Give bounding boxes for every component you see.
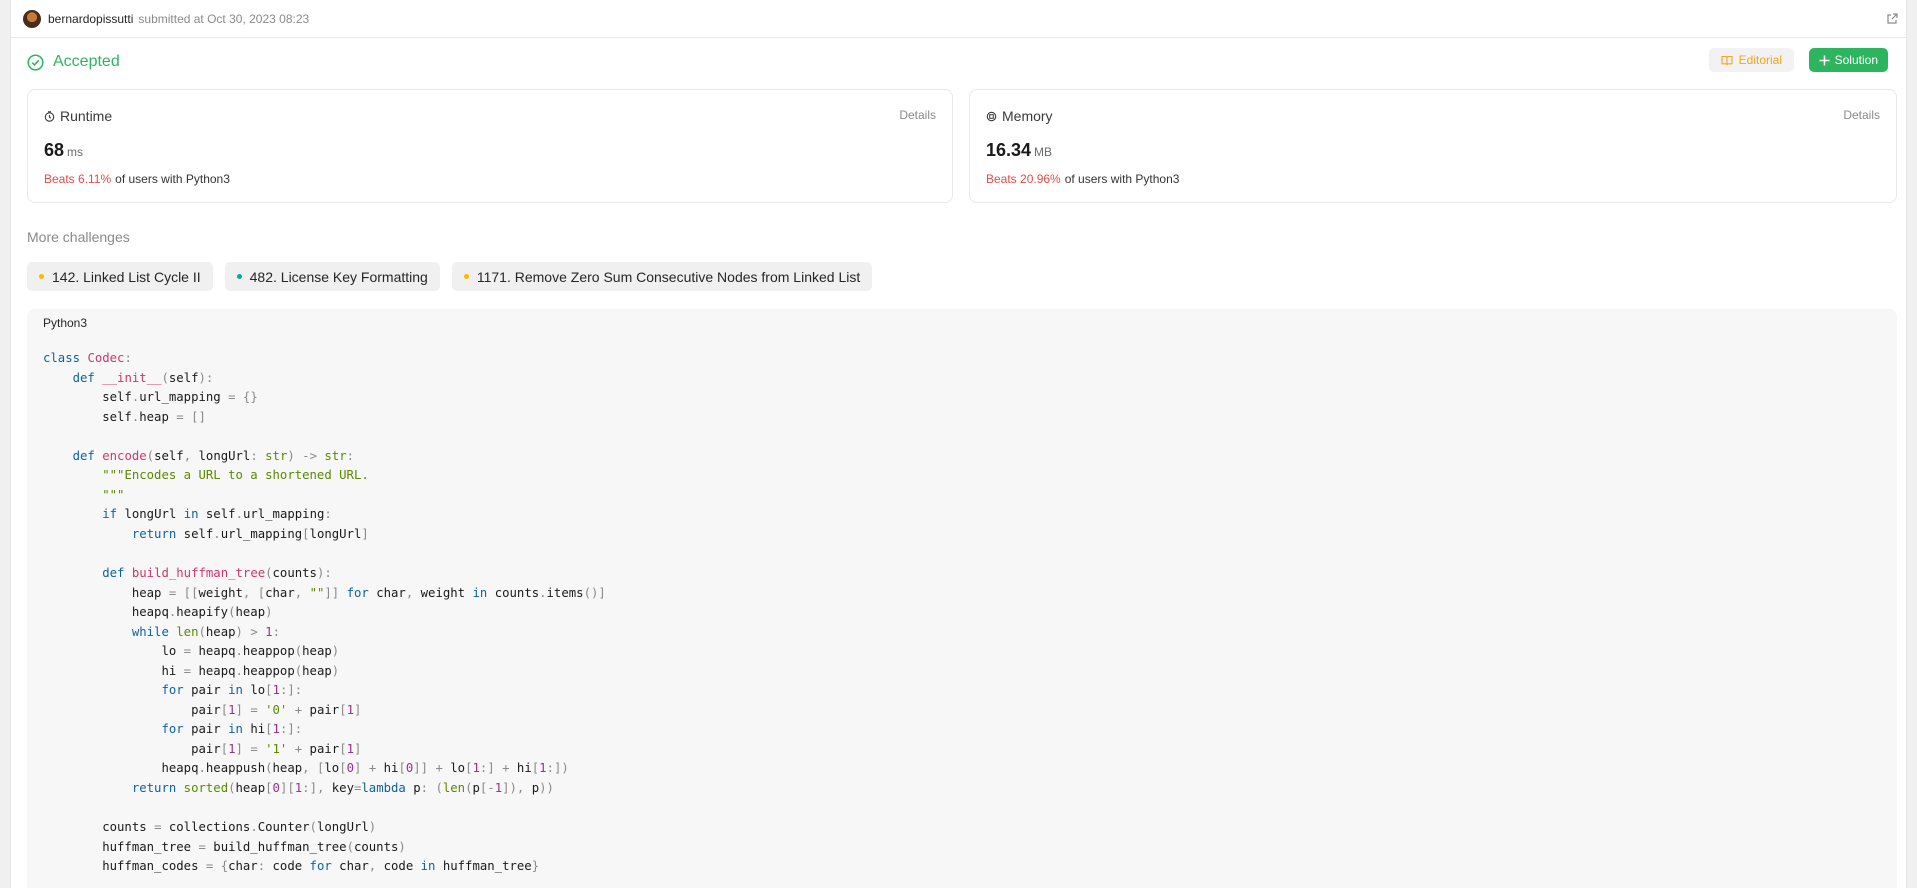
code-line: self.url_mapping = {} <box>43 390 258 405</box>
code-line: lo = heapq.heappop(heap) <box>43 644 340 659</box>
code-line: self.heap = [] <box>43 409 206 424</box>
challenge-label: 142. Linked List Cycle II <box>52 268 201 285</box>
memory-beats: Beats 20.96% of users with Python3 <box>986 172 1179 186</box>
code-viewer[interactable]: Python3 class Codec: def __init__(self):… <box>27 309 1897 888</box>
editorial-button[interactable]: Editorial <box>1708 48 1794 72</box>
check-circle-icon <box>27 53 44 71</box>
code-line: def __init__(self): <box>72 370 214 385</box>
code-line: """ <box>102 487 125 502</box>
solution-label: Solution <box>1834 53 1878 67</box>
more-challenges-title: More challenges <box>27 229 130 245</box>
memory-value: 16.34 MB <box>986 140 1052 161</box>
runtime-title: Runtime <box>44 108 112 124</box>
code-line: while len(heap) > 1: <box>131 624 280 639</box>
accepted-status: Accepted <box>27 53 120 71</box>
memory-title-label: Memory <box>1002 108 1053 124</box>
code-line: pair[1] = '1' + pair[1] <box>43 741 362 756</box>
code-line: for pair in hi[1:]: <box>161 722 303 737</box>
memory-chip-icon <box>986 111 997 121</box>
runtime-card[interactable]: Runtime Details 68 ms Beats 6.11% of users… <box>27 89 953 203</box>
code-line: heapq.heappush(heap, [lo[0] + hi[0]] + l… <box>43 761 569 776</box>
more-challenges-list: 142. Linked List Cycle II 482. License K… <box>27 262 873 291</box>
code-line: counts = collections.Counter(longUrl) <box>43 820 377 835</box>
code-line: def encode(self, longUrl: str) -> str: <box>72 448 355 463</box>
memory-number: 16.34 <box>986 140 1032 160</box>
runtime-value: 68 ms <box>44 140 83 161</box>
code-line: if longUrl in self.url_mapping: <box>102 507 332 522</box>
runtime-beats: Beats 6.11% of users with Python3 <box>44 172 230 186</box>
runtime-number: 68 <box>44 140 65 160</box>
accepted-label: Accepted <box>53 53 120 70</box>
challenge-label: 1171. Remove Zero Sum Consecutive Nodes … <box>476 268 861 285</box>
challenge-chip[interactable]: 142. Linked List Cycle II <box>27 262 213 291</box>
memory-unit: MB <box>1034 145 1053 159</box>
runtime-unit: ms <box>67 145 84 159</box>
code-line: def build_huffman_tree(counts): <box>102 566 332 581</box>
code-language-label: Python3 <box>43 316 88 330</box>
code-line: huffman_tree = build_huffman_tree(counts… <box>43 839 406 854</box>
code-line: class Codec: <box>43 351 132 365</box>
code-line: """Encodes a URL to a shortened URL. <box>102 468 369 483</box>
challenge-chip[interactable]: 1171. Remove Zero Sum Consecutive Nodes … <box>451 262 873 291</box>
difficulty-dot-icon <box>463 274 469 279</box>
runtime-title-label: Runtime <box>60 108 113 124</box>
memory-title: Memory <box>986 108 1053 124</box>
code-line: huffman_codes = {char: code for char, co… <box>43 859 540 874</box>
solution-button[interactable]: Solution <box>1808 48 1888 72</box>
memory-card[interactable]: Memory Details 16.34 MB Beats 20.96% of us… <box>969 89 1897 203</box>
code-line: heapq.heapify(heap) <box>43 605 273 620</box>
code-line: heap = [[weight, [char, ""]] for char, w… <box>43 585 606 600</box>
code-line: hi = heapq.heappop(heap) <box>43 663 340 678</box>
memory-beats-suffix: of users with Python3 <box>1064 172 1180 186</box>
code-line: pair[1] = '0' + pair[1] <box>43 702 362 717</box>
memory-details-link[interactable]: Details <box>1843 108 1880 122</box>
difficulty-dot-icon <box>39 274 44 279</box>
submission-panel: bernardopissutti submitted at Oct 30, 20… <box>10 0 1907 888</box>
book-icon <box>1721 55 1733 65</box>
clock-icon <box>44 110 55 122</box>
runtime-details-link[interactable]: Details <box>899 108 936 122</box>
challenge-chip[interactable]: 482. License Key Formatting <box>224 262 440 291</box>
submission-header: bernardopissutti submitted at Oct 30, 20… <box>11 0 1906 38</box>
plus-icon <box>1819 55 1830 65</box>
code-line: return self.url_mapping[longUrl] <box>131 526 369 541</box>
runtime-beats-suffix: of users with Python3 <box>115 172 230 186</box>
code-line: for pair in lo[1:]: <box>161 683 303 698</box>
avatar[interactable] <box>23 9 41 28</box>
challenge-label: 482. License Key Formatting <box>249 268 428 285</box>
status-row: Accepted Editorial Solution <box>27 48 1888 76</box>
editorial-label: Editorial <box>1738 53 1782 67</box>
runtime-beats-percent: Beats 6.11% <box>44 172 112 186</box>
username-link[interactable]: bernardopissutti <box>48 12 133 26</box>
submitted-text: submitted at Oct 30, 2023 08:23 <box>138 11 310 26</box>
code-block[interactable]: class Codec: def __init__(self): self.ur… <box>43 349 606 877</box>
memory-beats-percent: Beats 20.96% <box>986 172 1061 186</box>
difficulty-dot-icon <box>236 274 242 279</box>
code-line: return sorted(heap[0][1:], key=lambda p:… <box>131 781 554 796</box>
open-external-icon[interactable] <box>1886 13 1898 25</box>
